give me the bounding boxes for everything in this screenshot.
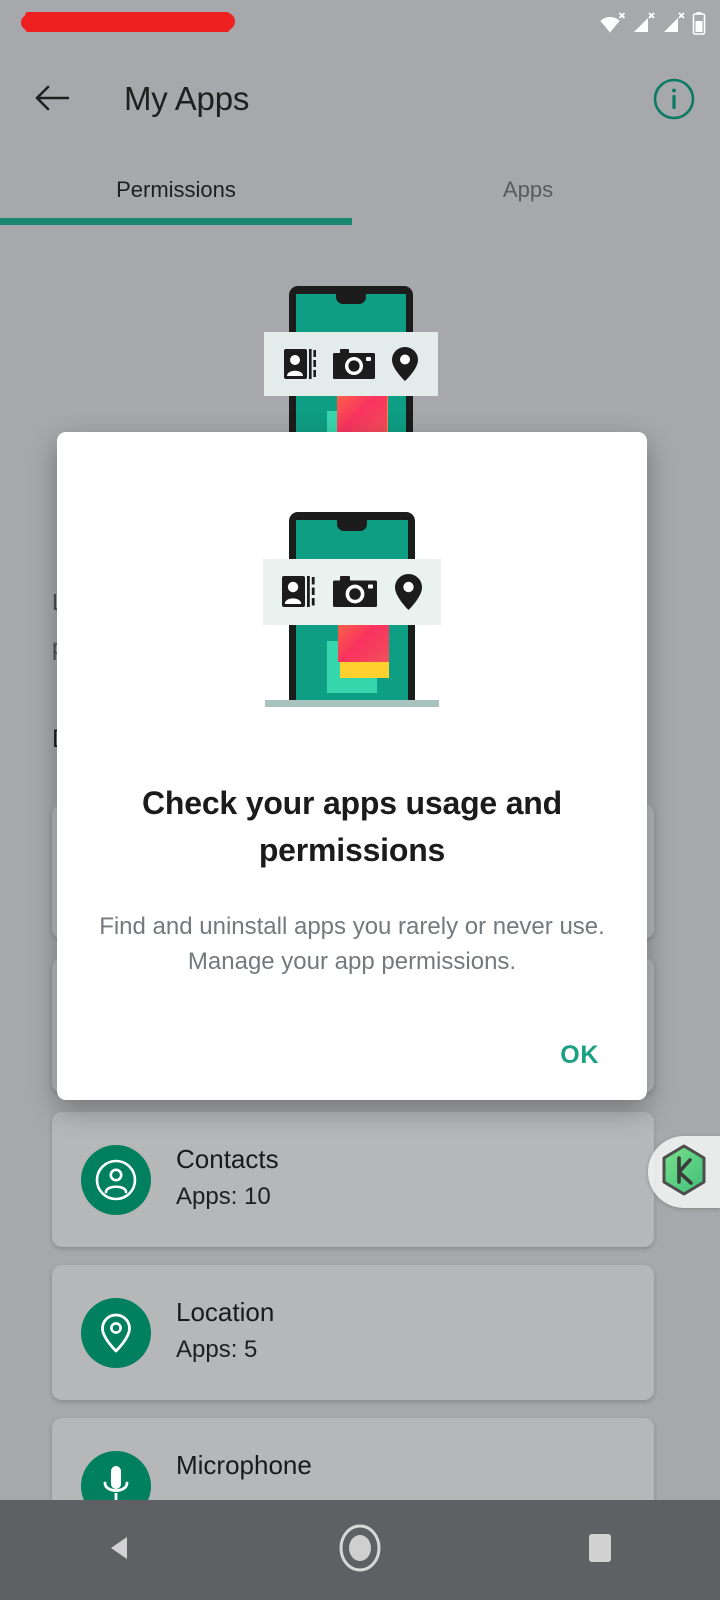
permission-name: Contacts	[176, 1144, 279, 1174]
status-bar	[0, 0, 720, 46]
nav-back-button[interactable]	[0, 1500, 240, 1600]
nav-home-button[interactable]	[240, 1500, 480, 1600]
permissions-bubble	[263, 558, 441, 626]
permission-card-location-text: Location Apps: 5	[176, 1293, 274, 1369]
illustration-shelf	[264, 700, 440, 707]
contacts-icon	[81, 1145, 151, 1215]
camera-icon	[333, 576, 377, 608]
location-pin-icon	[392, 346, 419, 381]
recents-square-icon	[585, 1531, 615, 1570]
contacts-book-icon	[282, 576, 315, 608]
tab-apps-label: Apps	[502, 177, 554, 202]
tab-active-indicator	[0, 218, 352, 225]
info-circle-icon	[653, 78, 695, 125]
tab-apps[interactable]: Apps	[352, 160, 704, 220]
dialog-ok-button[interactable]: OK	[540, 1029, 619, 1082]
info-button[interactable]	[650, 77, 698, 125]
permission-card-microphone-text: Microphone	[176, 1446, 312, 1484]
phone-screen: My Apps Permissions Apps Contacts Apps: …	[0, 0, 720, 1600]
status-bar-icons	[600, 12, 706, 35]
location-pin-icon	[81, 1298, 151, 1368]
dialog-body-text: Find and uninstall apps you rarely or ne…	[99, 913, 605, 975]
permission-app-count: Apps: 10	[176, 1183, 271, 1210]
hexagon-k-icon	[656, 1142, 712, 1203]
location-pin-icon	[394, 573, 422, 610]
tab-permissions[interactable]: Permissions	[0, 160, 352, 220]
page-title: My Apps	[124, 80, 250, 117]
redacted-carrier-label	[21, 12, 235, 32]
floating-shortcut-widget[interactable]	[648, 1136, 720, 1208]
dialog-title: Check your apps usage and permissions	[141, 785, 563, 868]
permission-card-contacts-text: Contacts Apps: 10	[176, 1140, 279, 1216]
cellular-2-no-service-icon	[662, 12, 686, 34]
dialog-illustration	[263, 512, 441, 707]
contacts-book-icon	[283, 348, 316, 379]
nav-recents-button[interactable]	[480, 1500, 720, 1600]
permission-name: Microphone	[176, 1450, 312, 1480]
home-circle-icon	[335, 1523, 385, 1578]
phone-notch-shape	[336, 520, 368, 531]
back-triangle-icon	[103, 1531, 137, 1570]
system-navigation-bar	[0, 1500, 720, 1600]
arrow-left-icon	[35, 84, 70, 117]
app-bar: My Apps	[0, 62, 720, 138]
tab-permissions-label: Permissions	[116, 177, 236, 202]
permission-app-count: Apps: 5	[176, 1336, 258, 1363]
permission-card-location[interactable]: Location Apps: 5	[52, 1265, 654, 1400]
cellular-1-no-service-icon	[632, 12, 656, 34]
back-button[interactable]	[28, 76, 76, 124]
permissions-bubble	[264, 331, 438, 397]
wifi-no-internet-icon	[600, 12, 626, 34]
battery-icon	[692, 12, 706, 35]
permission-name: Location	[176, 1297, 275, 1327]
camera-icon	[333, 348, 375, 379]
permission-card-contacts[interactable]: Contacts Apps: 10	[52, 1112, 654, 1247]
phone-notch-shape	[336, 293, 366, 305]
onboarding-dialog: Check your apps usage and permissions Fi…	[57, 432, 647, 1100]
